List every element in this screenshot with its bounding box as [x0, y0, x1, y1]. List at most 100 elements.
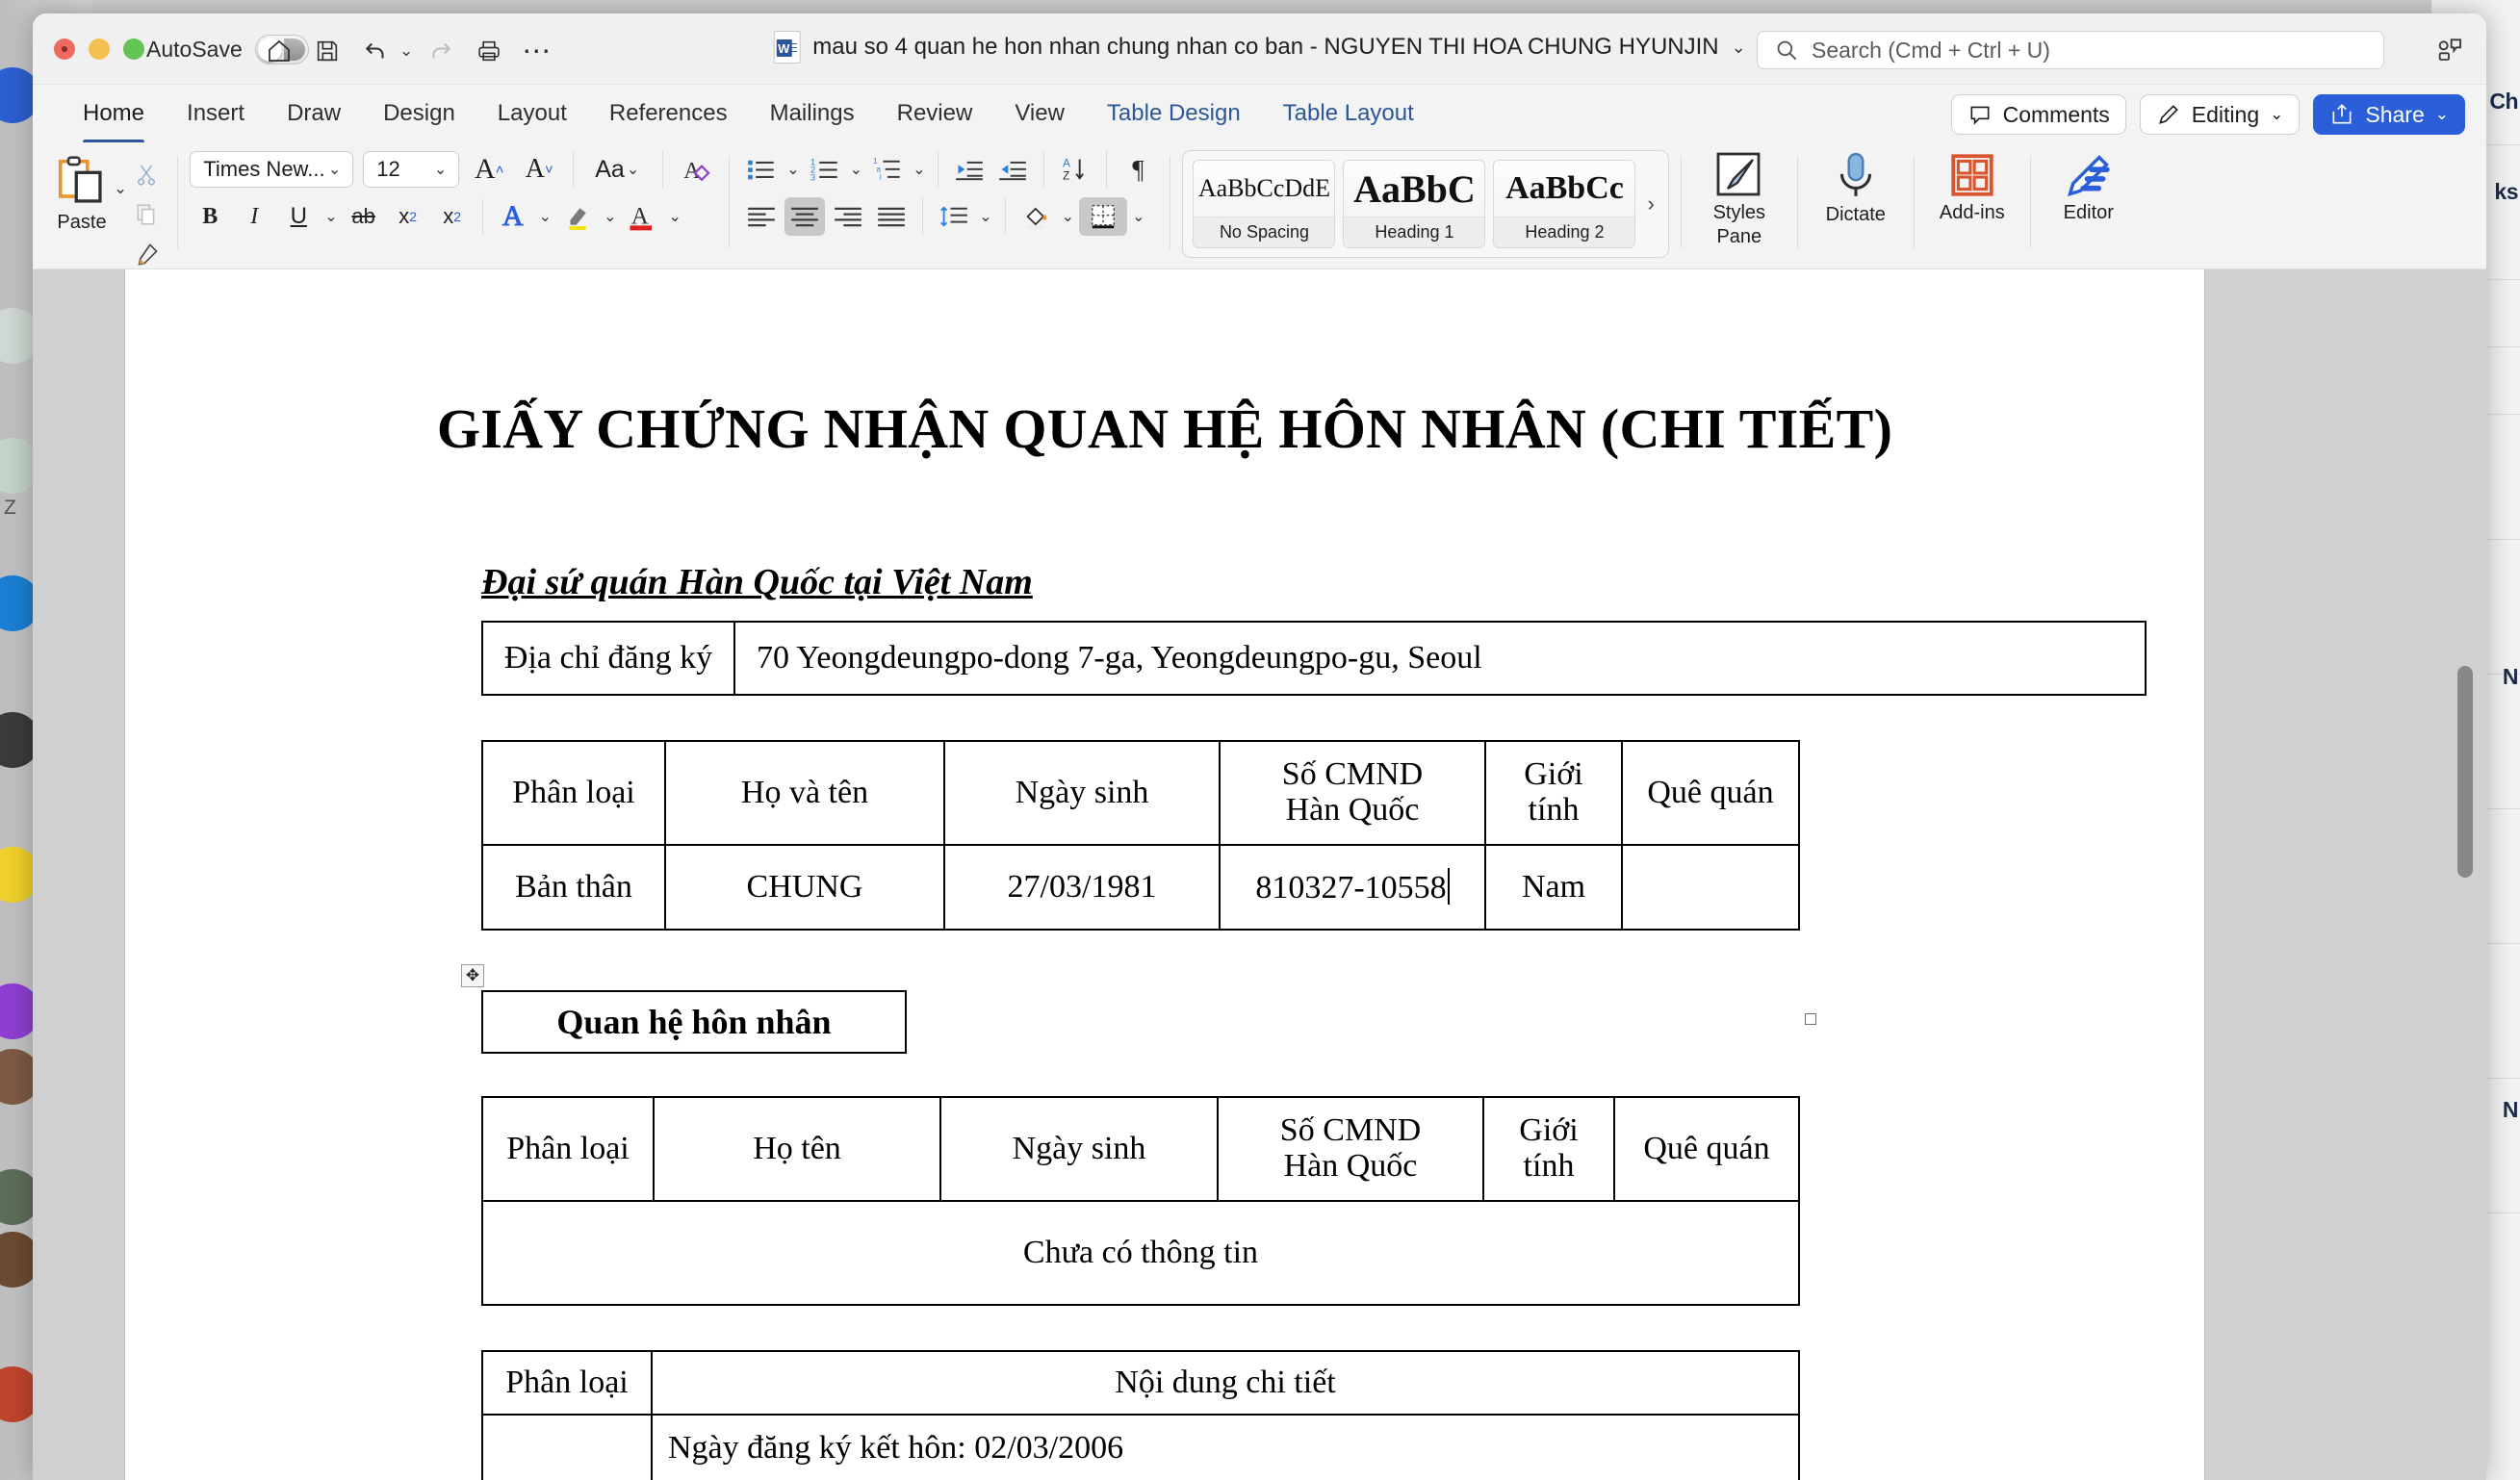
cut-button[interactable]: [127, 158, 166, 192]
cell-ho-va-ten[interactable]: CHUNG: [664, 844, 945, 931]
table-row[interactable]: Địa chỉ đăng ký 70 Yeongdeungpo-dong 7-g…: [481, 621, 2147, 696]
maximize-window-button[interactable]: [123, 38, 144, 60]
header-so-cmnd[interactable]: Số CMND Hàn Quốc: [1219, 740, 1486, 846]
tab-draw[interactable]: Draw: [266, 94, 362, 133]
cell-gioi-tinh[interactable]: Nam: [1484, 844, 1623, 931]
justify-button[interactable]: [871, 197, 912, 236]
rel-header-gioi-tinh[interactable]: Giới tính: [1482, 1096, 1615, 1202]
rel-header-so-cmnd[interactable]: Số CMND Hàn Quốc: [1217, 1096, 1484, 1202]
redo-icon[interactable]: [421, 31, 461, 71]
align-left-button[interactable]: [741, 197, 782, 236]
det-header-noi-dung[interactable]: Nội dung chi tiết: [651, 1350, 1800, 1416]
style-heading-2[interactable]: AaBbCc Heading 2: [1493, 160, 1636, 248]
borders-caret[interactable]: ⌄: [1130, 207, 1146, 226]
document-title[interactable]: mau so 4 quan he hon nhan chung nhan co …: [773, 31, 1746, 64]
increase-indent-button[interactable]: [992, 150, 1033, 189]
ribbon-tabs[interactable]: Home Insert Draw Design Layout Reference…: [33, 85, 2486, 144]
detail-table[interactable]: Phân loại Nội dung chi tiết Ngày đăng ký…: [481, 1350, 1800, 1480]
header-ho-va-ten[interactable]: Họ và tên: [664, 740, 945, 846]
tab-mailings[interactable]: Mailings: [749, 94, 876, 133]
tab-home[interactable]: Home: [62, 94, 166, 144]
close-window-button[interactable]: [54, 38, 75, 60]
clear-formatting-button[interactable]: A: [677, 150, 717, 189]
more-icon[interactable]: ⋯: [517, 31, 557, 71]
paste-dropdown-caret[interactable]: ⌄: [114, 152, 127, 198]
clipboard-group[interactable]: Paste ⌄: [46, 142, 166, 271]
rel-header-que-quan[interactable]: Quê quán: [1613, 1096, 1800, 1202]
tab-layout[interactable]: Layout: [476, 94, 588, 133]
tab-view[interactable]: View: [993, 94, 1086, 133]
search-input[interactable]: Search (Cmd + Ctrl + U): [1757, 31, 2384, 69]
tab-references[interactable]: References: [588, 94, 749, 133]
tab-insert[interactable]: Insert: [166, 94, 266, 133]
rel-header-ngay-sinh[interactable]: Ngày sinh: [939, 1096, 1219, 1202]
line-spacing-caret[interactable]: ⌄: [977, 207, 993, 226]
font-group[interactable]: Times New... ⌄ 12 ⌄ A ˄ A ˅ Aa ⌄ A B I U…: [190, 142, 717, 236]
rel-header-ho-ten[interactable]: Họ tên: [653, 1096, 941, 1202]
print-icon[interactable]: [469, 31, 509, 71]
sort-button[interactable]: A Z: [1055, 150, 1095, 189]
font-name-combobox[interactable]: Times New... ⌄: [190, 151, 354, 188]
window-controls[interactable]: [54, 38, 144, 60]
comments-button[interactable]: Comments: [1950, 94, 2126, 135]
borders-button[interactable]: [1079, 197, 1128, 236]
quick-access-toolbar[interactable]: ⌄ ⋯: [259, 31, 557, 71]
clipboard-mini-buttons[interactable]: [127, 152, 166, 271]
add-ins-button[interactable]: Add-ins: [1926, 142, 2019, 224]
address-label-cell[interactable]: Địa chỉ đăng ký: [481, 621, 735, 696]
det-cell-key[interactable]: [481, 1414, 653, 1480]
styles-pane-button[interactable]: Styles Pane: [1693, 142, 1786, 247]
styles-more-chevron-icon[interactable]: ›: [1643, 191, 1658, 217]
document-page[interactable]: GIẤY CHỨNG NHẬN QUAN HỆ HÔN NHÂN (CHI TI…: [125, 269, 2204, 1480]
address-value-cell[interactable]: 70 Yeongdeungpo-dong 7-ga, Yeongdeungpo-…: [733, 621, 2147, 696]
decrease-font-size-button[interactable]: A ˅: [519, 150, 559, 189]
subscript-button[interactable]: x2: [388, 197, 428, 236]
ribbon-toolbar[interactable]: Paste ⌄ Times New... ⌄ 12 ⌄ A ˄ A ˅ Aa ⌄…: [33, 142, 2486, 269]
vertical-scrollbar[interactable]: [2457, 269, 2473, 1480]
rel-header-phan-loai[interactable]: Phân loại: [481, 1096, 655, 1202]
minimize-window-button[interactable]: [89, 38, 110, 60]
tab-table-layout[interactable]: Table Layout: [1262, 94, 1435, 133]
font-color-button[interactable]: A: [622, 197, 662, 236]
show-formatting-marks-button[interactable]: ¶: [1118, 150, 1158, 189]
relationship-heading-box[interactable]: Quan hệ hôn nhân: [481, 990, 907, 1054]
editor-button[interactable]: Editor: [2043, 142, 2135, 224]
decrease-indent-button[interactable]: [949, 150, 990, 189]
align-center-button[interactable]: [784, 197, 826, 236]
relationship-table[interactable]: Phân loại Họ tên Ngày sinh Số CMND Hàn Q…: [481, 1096, 1800, 1306]
address-table[interactable]: Địa chỉ đăng ký 70 Yeongdeungpo-dong 7-g…: [481, 621, 2147, 696]
table-row[interactable]: Ngày đăng ký kết hôn: 02/03/2006: [481, 1414, 1800, 1480]
tab-table-design[interactable]: Table Design: [1086, 94, 1262, 133]
table-row[interactable]: Bản thân CHUNG 27/03/1981 810327-10558 N…: [481, 844, 1800, 931]
table-row[interactable]: Chưa có thông tin: [481, 1200, 1800, 1306]
superscript-button[interactable]: x2: [432, 197, 473, 236]
format-painter-button[interactable]: [127, 237, 166, 271]
font-color-caret[interactable]: ⌄: [666, 207, 682, 226]
cell-phan-loai[interactable]: Bản thân: [481, 844, 666, 931]
bold-button[interactable]: B: [190, 197, 230, 236]
paragraph-group[interactable]: ⌄ 1 2 3 ⌄ 1 a i ⌄ A Z ¶ ⌄ ⌄ ⌄: [741, 142, 1158, 236]
highlight-caret[interactable]: ⌄: [602, 207, 618, 226]
det-header-phan-loai[interactable]: Phân loại: [481, 1350, 653, 1416]
ribbon-tabs-right-actions[interactable]: Comments Editing ⌄ Share ⌄: [1950, 94, 2465, 135]
style-heading-1[interactable]: AaBbC Heading 1: [1343, 160, 1486, 248]
header-que-quan[interactable]: Quê quán: [1621, 740, 1800, 846]
dictate-button[interactable]: Dictate: [1810, 142, 1902, 226]
undo-icon[interactable]: [355, 31, 396, 71]
home-icon[interactable]: [259, 31, 299, 71]
change-case-button[interactable]: Aa ⌄: [587, 150, 649, 189]
highlight-color-button[interactable]: [557, 197, 598, 236]
numbering-caret[interactable]: ⌄: [848, 160, 864, 179]
tab-design[interactable]: Design: [362, 94, 476, 133]
share-button[interactable]: Share ⌄: [2313, 94, 2465, 135]
table-move-handle[interactable]: ✥: [461, 964, 484, 987]
editing-mode-button[interactable]: Editing ⌄: [2139, 94, 2301, 135]
shading-button[interactable]: [1016, 197, 1057, 236]
det-cell-value[interactable]: Ngày đăng ký kết hôn: 02/03/2006: [651, 1414, 1800, 1480]
multilevel-list-button[interactable]: 1 a i: [867, 150, 908, 189]
underline-button[interactable]: U: [278, 197, 319, 236]
cell-ngay-sinh[interactable]: 27/03/1981: [943, 844, 1221, 931]
style-no-spacing[interactable]: AaBbCcDdE No Spacing: [1193, 160, 1336, 248]
paste-button[interactable]: Paste: [46, 152, 117, 234]
bullets-caret[interactable]: ⌄: [784, 160, 801, 179]
